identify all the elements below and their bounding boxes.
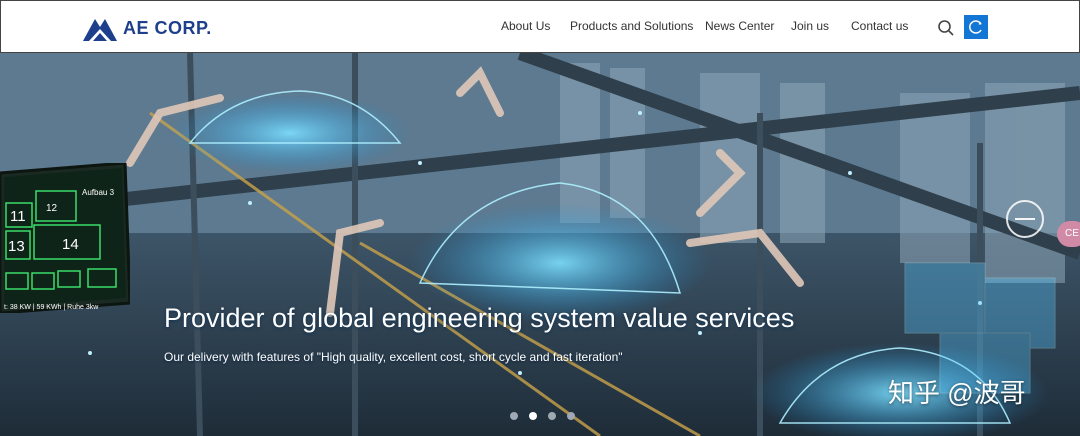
nav-news-center[interactable]: News Center — [705, 19, 774, 33]
search-button[interactable] — [937, 19, 955, 37]
language-button[interactable] — [964, 15, 988, 39]
dashboard-cell-12: 12 — [46, 203, 58, 214]
next-slide-button[interactable] — [1006, 200, 1044, 238]
carousel-dot-1[interactable] — [510, 412, 518, 420]
main-nav: About Us Products and Solutions News Cen… — [1, 19, 1080, 39]
side-float-tab[interactable]: CE — [1057, 221, 1080, 247]
search-icon — [938, 20, 954, 36]
site-header: AE CORP. About Us Products and Solutions… — [0, 0, 1080, 53]
dashboard-cell-13: 13 — [8, 238, 25, 255]
carousel-dot-4[interactable] — [567, 412, 575, 420]
dashboard-cell-11: 11 — [10, 208, 26, 225]
carousel-dot-3[interactable] — [548, 412, 556, 420]
hero-title: Provider of global engineering system va… — [164, 303, 795, 333]
nav-products-and-solutions[interactable]: Products and Solutions — [570, 19, 693, 33]
nav-join-us[interactable]: Join us — [791, 19, 829, 33]
dashboard-footer: t: 38 KW | 59 KWh | Ruhe 3kw — [4, 304, 99, 311]
carousel-pagination — [510, 412, 575, 420]
nav-contact-us[interactable]: Contact us — [851, 19, 908, 33]
watermark: 知乎 @波哥 — [888, 378, 1026, 408]
language-icon — [969, 20, 982, 34]
nav-about-us[interactable]: About Us — [501, 19, 550, 33]
carousel-dot-2[interactable] — [529, 412, 537, 420]
hero-subtitle: Our delivery with features of "High qual… — [164, 350, 623, 364]
dashboard-header: Aufbau 3 — [82, 188, 115, 197]
dashboard-cell-14: 14 — [62, 236, 79, 253]
hero-banner: Aufbau 3 11 12 13 14 t: 38 KW | 59 KWh |… — [0, 53, 1080, 436]
dashboard-monitor: Aufbau 3 11 12 13 14 t: 38 KW | 59 KWh |… — [0, 163, 130, 313]
